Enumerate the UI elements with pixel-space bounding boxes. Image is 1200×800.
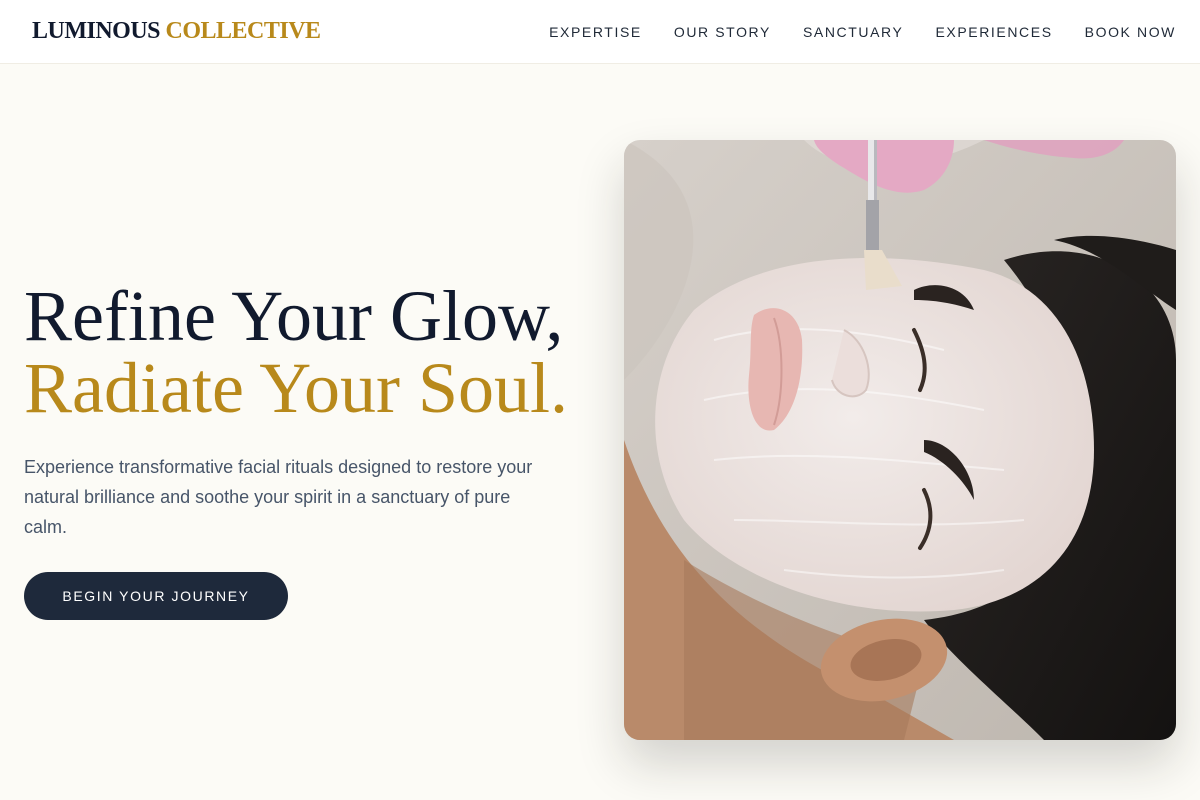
brand-name-part2: COLLECTIVE (165, 18, 322, 44)
begin-journey-button[interactable]: BEGIN YOUR JOURNEY (24, 572, 288, 620)
hero-headline: Refine Your Glow, Radiate Your Soul. (24, 280, 594, 424)
nav-link-book-now[interactable]: BOOK NOW (1085, 24, 1176, 40)
hero-image (624, 140, 1176, 740)
hero-subtitle: Experience transformative facial rituals… (24, 457, 533, 537)
nav-link-experiences[interactable]: EXPERIENCES (935, 24, 1052, 40)
navbar: LUMINOUS COLLECTIVE EXPERTISE OUR STORY … (0, 0, 1200, 64)
hero-headline-line1: Refine Your Glow, (24, 276, 564, 356)
brand-name-part1: LUMINOUS (32, 18, 161, 44)
hero-section: Refine Your Glow, Radiate Your Soul. Exp… (24, 280, 594, 620)
brand-logo[interactable]: LUMINOUS COLLECTIVE (32, 18, 321, 45)
main-nav: EXPERTISE OUR STORY SANCTUARY EXPERIENCE… (549, 24, 1176, 40)
nav-link-expertise[interactable]: EXPERTISE (549, 24, 642, 40)
nav-link-our-story[interactable]: OUR STORY (674, 24, 771, 40)
hero-headline-line2: Radiate Your Soul. (24, 348, 569, 428)
nav-link-sanctuary[interactable]: SANCTUARY (803, 24, 904, 40)
facial-treatment-illustration (624, 140, 1176, 740)
